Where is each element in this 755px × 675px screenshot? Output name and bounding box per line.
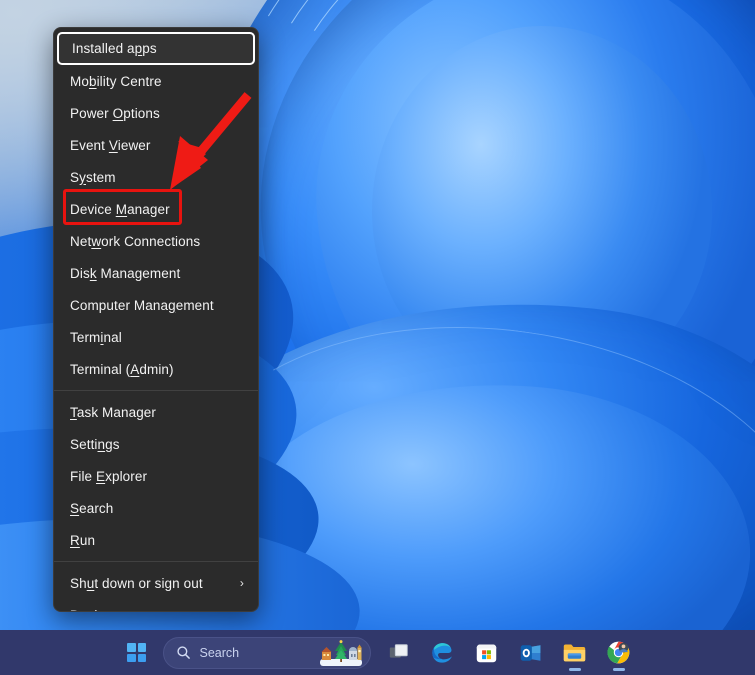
menu-item-label: Computer Management [70,297,214,313]
menu-item-label: Search [70,500,114,516]
start-button[interactable] [115,633,159,673]
wallpaper-filament [223,0,755,481]
menu-item-device-manager[interactable]: Device Manager [54,193,258,225]
menu-item-power-options[interactable]: Power Options [54,97,258,129]
menu-separator [54,390,258,391]
menu-item-label: Disk Management [70,265,181,281]
taskbar: Search [0,630,755,675]
menu-item-shut-down-or-sign-out[interactable]: Shut down or sign out › [54,567,258,599]
menu-item-label: Terminal [70,329,122,345]
holiday-village-illustration-icon [319,639,362,666]
menu-item-label: Mobility Centre [70,73,162,89]
menu-item-system[interactable]: System [54,161,258,193]
menu-item-mobility-centre[interactable]: Mobility Centre [54,65,258,97]
menu-item-label: File Explorer [70,468,148,484]
outlook-button[interactable] [509,633,553,673]
desktop-screen: Installed apps Mobility Centre Power Optio… [0,0,755,675]
wallpaper-ribbon [372,26,712,396]
microsoft-store-button[interactable] [465,633,509,673]
menu-item-computer-management[interactable]: Computer Management [54,289,258,321]
menu-item-event-viewer[interactable]: Event Viewer [54,129,258,161]
search-icon [176,646,190,659]
menu-item-label: Shut down or sign out [70,575,203,591]
wallpaper-ribbon [221,0,755,564]
task-view-button[interactable] [377,633,421,673]
menu-item-label: Network Connections [70,233,201,249]
menu-item-network-connections[interactable]: Network Connections [54,225,258,257]
chevron-right-icon: › [239,576,244,590]
menu-item-desktop[interactable]: Desktop [54,599,258,612]
search-placeholder: Search [199,645,240,660]
menu-item-label: Event Viewer [70,137,151,153]
task-view-icon [389,643,408,658]
microsoft-edge-icon [432,643,452,663]
menu-item-label: Settings [70,436,120,452]
menu-item-label: Terminal (Admin) [70,361,174,377]
menu-item-installed-apps[interactable]: Installed apps [57,32,255,65]
wallpaper-ribbon [219,366,755,675]
menu-item-label: Device Manager [70,201,170,217]
menu-item-task-manager[interactable]: Task Manager [54,396,258,428]
menu-item-label: Task Manager [70,404,156,420]
file-explorer-icon [563,644,586,662]
running-indicator [612,667,625,671]
microsoft-edge-button[interactable] [421,633,465,673]
wallpaper-ribbon [297,0,755,486]
menu-item-terminal[interactable]: Terminal [54,321,258,353]
windows-logo-icon [127,643,146,662]
google-chrome-icon [607,641,630,664]
menu-item-file-explorer[interactable]: File Explorer [54,460,258,492]
menu-item-disk-management[interactable]: Disk Management [54,257,258,289]
menu-item-label: Installed apps [72,41,157,56]
running-indicator [568,667,581,671]
menu-item-settings[interactable]: Settings [54,428,258,460]
power-user-menu[interactable]: Installed apps Mobility Centre Power Optio… [53,27,259,612]
menu-separator [54,561,258,562]
menu-item-run[interactable]: Run [54,524,258,556]
outlook-icon [520,644,540,661]
menu-item-label: Run [70,532,96,548]
menu-item-label: Desktop [70,608,244,612]
wallpaper-filament [196,0,755,490]
menu-item-search[interactable]: Search [54,492,258,524]
file-explorer-button[interactable] [553,633,597,673]
menu-item-label: System [70,169,116,185]
google-chrome-button[interactable] [597,633,641,673]
menu-item-terminal-admin[interactable]: Terminal (Admin) [54,353,258,385]
menu-item-label: Power Options [70,105,160,121]
search-box[interactable]: Search [162,636,371,669]
microsoft-store-icon [476,644,497,663]
